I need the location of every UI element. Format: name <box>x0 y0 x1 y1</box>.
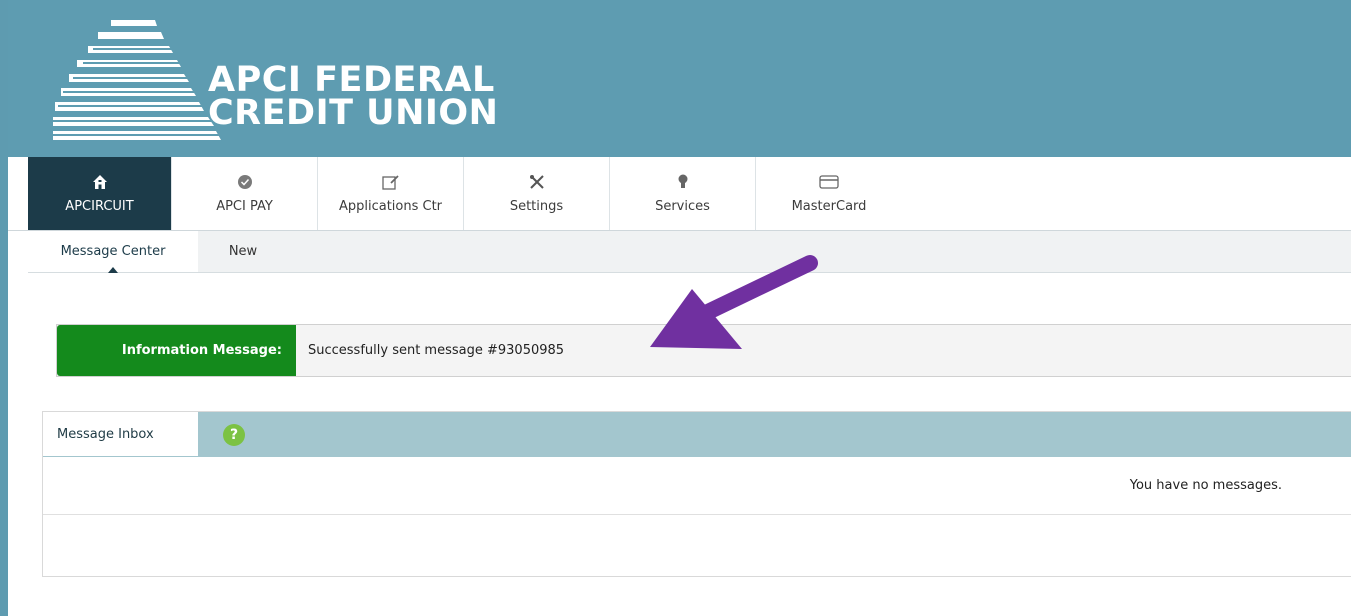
nav-item-label: Applications Ctr <box>338 199 443 214</box>
main-nav: APCIRCUIT APCI PAY Applications Ctr Sett… <box>8 157 1351 231</box>
tools-icon <box>464 174 609 194</box>
nav-item-apci-pay[interactable]: APCI PAY <box>172 157 318 230</box>
message-inbox-title: Message Inbox <box>43 412 198 457</box>
inbox-empty-row: You have no messages. <box>43 457 1351 515</box>
edit-icon <box>318 174 463 194</box>
nav-item-mastercard[interactable]: MasterCard <box>756 157 902 230</box>
lightbulb-icon <box>610 174 755 194</box>
nav-item-label: APCI PAY <box>216 199 273 214</box>
brand-name: APCI FEDERAL CREDIT UNION <box>208 63 499 133</box>
header-banner: APCI FEDERAL CREDIT UNION <box>8 0 1351 157</box>
nav-item-apcircuit[interactable]: APCIRCUIT <box>28 157 172 230</box>
message-inbox-panel: Message Inbox ? You have no messages. <box>42 411 1351 577</box>
credit-card-icon <box>756 174 902 194</box>
sub-nav: Message Center New <box>28 231 1351 273</box>
home-icon <box>28 174 171 194</box>
inbox-blank-row <box>43 515 1351 576</box>
tab-label: New <box>228 244 258 259</box>
nav-item-label: Services <box>655 199 710 214</box>
nav-item-label: MasterCard <box>791 199 867 214</box>
information-message-label: Information Message: <box>57 325 296 376</box>
nav-item-label: APCIRCUIT <box>65 199 134 214</box>
nav-item-label: Settings <box>509 199 564 214</box>
nav-item-applications-ctr[interactable]: Applications Ctr <box>318 157 464 230</box>
tab-new[interactable]: New <box>198 231 288 272</box>
nav-item-settings[interactable]: Settings <box>464 157 610 230</box>
help-icon[interactable]: ? <box>223 424 245 446</box>
information-message-text: Successfully sent message #93050985 <box>308 343 565 358</box>
message-inbox-header: Message Inbox ? <box>43 412 1351 457</box>
inbox-empty-text: You have no messages. <box>1129 478 1282 493</box>
tab-message-center[interactable]: Message Center <box>28 231 198 273</box>
left-edge-strip <box>0 0 8 616</box>
message-inbox-title-text: Message Inbox <box>57 427 154 442</box>
active-tab-caret-icon <box>108 267 118 273</box>
tab-label: Message Center <box>60 244 166 259</box>
information-message: Information Message: Successfully sent m… <box>56 324 1351 377</box>
check-circle-icon <box>172 174 317 194</box>
brand-name-line2: CREDIT UNION <box>208 93 499 133</box>
nav-item-services[interactable]: Services <box>610 157 756 230</box>
